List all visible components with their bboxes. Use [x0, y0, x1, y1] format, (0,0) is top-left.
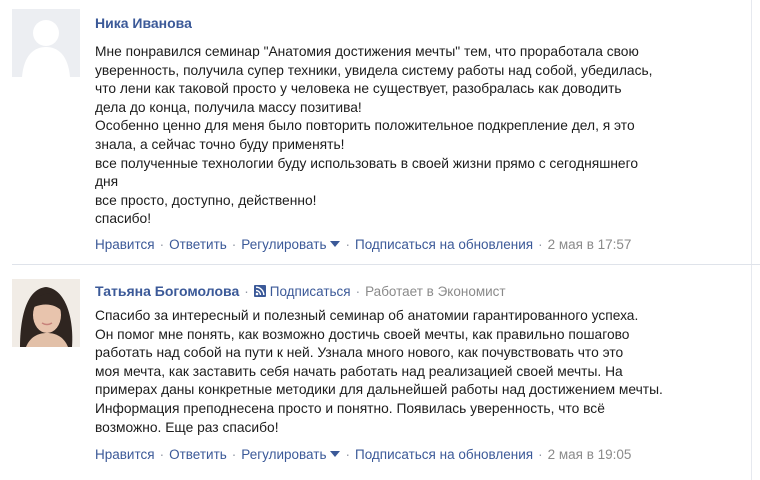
comment-line: дела до конца, получила массу позитива!: [95, 99, 362, 115]
comment-line: Особенно ценно для меня было повторить п…: [95, 118, 635, 134]
comment-item: Татьяна Богомолова · Подписаться · Работает …: [0, 265, 749, 480]
comment-text: Мне понравился семинар "Анатомия достиже…: [95, 43, 725, 229]
separator-dot: ·: [231, 447, 237, 462]
comment-timestamp[interactable]: 2 мая в 19:05: [548, 447, 632, 462]
comment-line: все полученные технологии буду использов…: [95, 155, 639, 171]
moderate-label: Регулировать: [241, 447, 327, 462]
chevron-down-icon: [330, 241, 341, 248]
follow-link[interactable]: Подписаться: [253, 284, 351, 299]
comment-text: Спасибо за интересный и полезный семинар…: [95, 307, 725, 437]
comment-line: уверенность, получила супер техники, уви…: [95, 62, 653, 78]
moderate-dropdown[interactable]: Регулировать: [241, 447, 341, 462]
reply-link[interactable]: Ответить: [169, 447, 227, 462]
subscribe-updates-link[interactable]: Подписаться на обновления: [355, 237, 533, 252]
chevron-down-icon: [330, 451, 341, 458]
author-line: Татьяна Богомолова · Подписаться · Работает …: [95, 283, 506, 299]
like-link[interactable]: Нравится: [95, 237, 155, 252]
subscribe-updates-link[interactable]: Подписаться на обновления: [355, 447, 533, 462]
comment-line: возможно. Еще раз спасибо!: [95, 419, 279, 435]
separator-dot: ·: [345, 237, 350, 252]
rss-icon: [253, 285, 266, 297]
reply-link[interactable]: Ответить: [169, 237, 227, 252]
default-avatar-icon: [12, 9, 80, 77]
separator-dot: ·: [159, 237, 165, 252]
separator-dot: ·: [345, 447, 350, 462]
comment-timestamp[interactable]: 2 мая в 17:57: [548, 237, 632, 252]
right-border: [751, 0, 752, 480]
comment-line: спасибо!: [95, 211, 152, 227]
like-link[interactable]: Нравится: [95, 447, 155, 462]
separator-dot: ·: [159, 447, 165, 462]
comment-actions: Нравится · Ответить · Регулировать · Подписать…: [95, 237, 631, 252]
comment-actions: Нравится · Ответить · Регулировать · Подписать…: [95, 447, 631, 462]
separator-dot: ·: [355, 284, 361, 299]
separator-dot: ·: [538, 447, 543, 462]
comment-line: примерах даны конкретные методики для да…: [95, 382, 663, 398]
follow-label: Подписаться: [269, 284, 351, 299]
comment-item: Ника Иванова Мне понравился семинар "Ана…: [0, 0, 749, 264]
comment-line: дня: [95, 174, 119, 190]
comment-line: Мне понравился семинар "Анатомия достиже…: [95, 44, 639, 59]
comment-author[interactable]: Ника Иванова: [95, 15, 192, 31]
separator-dot: ·: [244, 284, 249, 299]
profile-photo: [12, 279, 80, 347]
avatar[interactable]: [12, 9, 80, 77]
comment-line: работать над собой на пути к ней. Узнала…: [95, 345, 624, 361]
work-info: Работает в Экономист: [365, 284, 506, 299]
comment-line: моя мечта, как заставить себя начать раб…: [95, 363, 623, 379]
separator-dot: ·: [538, 237, 543, 252]
comment-line: все просто, доступно, действенно!: [95, 192, 317, 208]
separator-dot: ·: [231, 237, 237, 252]
comment-line: Информация преподнесена просто и понятно…: [95, 400, 605, 416]
comment-author[interactable]: Татьяна Богомолова: [95, 283, 239, 299]
comment-line: Он помог мне понять, как возможно достич…: [95, 326, 630, 342]
moderate-label: Регулировать: [241, 237, 327, 252]
moderate-dropdown[interactable]: Регулировать: [241, 237, 341, 252]
avatar[interactable]: [12, 279, 80, 347]
comment-line: Спасибо за интересный и полезный семинар…: [95, 308, 639, 323]
comment-line: что лени как таковой просто у человека н…: [95, 81, 622, 97]
comment-line: знала, а сейчас точно буду применять!: [95, 136, 345, 152]
